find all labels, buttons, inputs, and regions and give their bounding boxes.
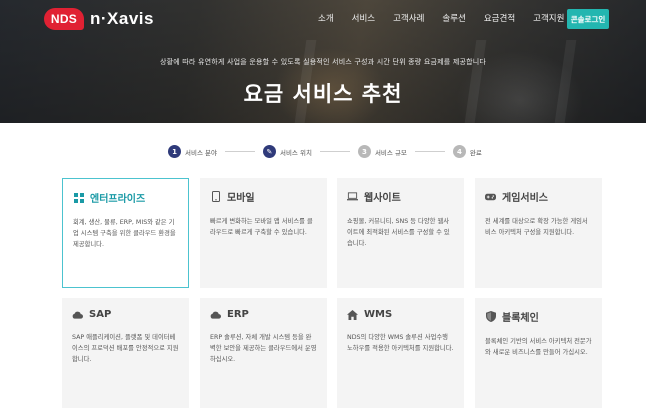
shield-icon [485, 311, 496, 322]
hero-subtitle: 상황에 따라 유연하게 사업을 운용할 수 있도록 실용적인 서비스 구성과 시… [159, 58, 487, 66]
step-number: 3 [357, 145, 371, 158]
card-sap[interactable]: SAP SAP 애플리케이션, 플랫폼 및 데이터베이스의 프로덕션 배포를 안… [62, 298, 189, 408]
cloud-icon [210, 309, 221, 320]
step-complete[interactable]: 4 완료 [452, 145, 482, 158]
card-title: 웹사이트 [364, 193, 401, 204]
card-description: 빠르게 변화하는 모바일 앱 서비스를 클라우드로 빠르게 구축할 수 있습니다… [210, 218, 313, 236]
progress-steps: 1 서비스 분야 ✎ 서비스 위치 3 서비스 규모 4 완료 [168, 145, 482, 158]
console-login-button[interactable]: 콘솔로그인 [567, 9, 609, 29]
step-label: 서비스 규모 [374, 148, 407, 157]
step-service-field[interactable]: 1 서비스 분야 [168, 145, 217, 158]
card-description: 회계, 생산, 물류, ERP, MIS와 같은 기업 시스템 구축을 위한 클… [73, 219, 176, 248]
card-description: 쇼핑몰, 커뮤니티, SNS 등 다양한 웹사이트에 최적화된 서비스를 구성할… [347, 218, 450, 247]
card-mobile[interactable]: 모바일 빠르게 변화하는 모바일 앱 서비스를 클라우드로 빠르게 구축할 수 … [200, 178, 327, 288]
card-title: 모바일 [227, 193, 255, 204]
step-number: 1 [168, 145, 181, 158]
card-description: NDS의 다양한 WMS 솔루션 사업수행 노하우를 적용한 아키텍처를 지원합… [347, 334, 454, 352]
card-description: SAP 애플리케이션, 플랫폼 및 데이터베이스의 프로덕션 배포를 안정적으로… [72, 334, 179, 363]
gamepad-icon [485, 191, 496, 202]
card-website[interactable]: 웹사이트 쇼핑몰, 커뮤니티, SNS 등 다양한 웹사이트에 최적화된 서비스… [337, 178, 464, 288]
logo[interactable]: NDS n·Xavis [44, 8, 154, 30]
card-title: ERP [227, 309, 249, 320]
step-label: 서비스 분야 [185, 148, 217, 157]
nav-item-cases[interactable]: 고객사례 [393, 12, 424, 26]
step-number: 4 [452, 145, 466, 158]
card-description: ERP 솔루션, 자체 개발 시스템 등을 완벽한 보안을 제공하는 클라우드에… [210, 334, 317, 363]
laptop-icon [347, 191, 358, 202]
page-title: 요금 서비스 추천 [243, 82, 403, 106]
main-nav: 소개 서비스 고객사례 솔루션 요금견적 고객지원 [318, 12, 582, 26]
step-label: 완료 [469, 148, 482, 157]
card-erp[interactable]: ERP ERP 솔루션, 자체 개발 시스템 등을 완벽한 보안을 제공하는 클… [200, 298, 327, 408]
card-game[interactable]: 게임서비스 전 세계를 대상으로 확장 가능한 게임서비스 아키텍처 구성을 지… [475, 178, 602, 288]
nav-item-services[interactable]: 서비스 [352, 12, 375, 26]
step-divider [319, 151, 350, 152]
card-description: 블록체인 기반의 서비스 아키텍처 전문가와 새로운 비즈니스를 만들어 가십시… [485, 338, 592, 356]
card-description: 전 세계를 대상으로 확장 가능한 게임서비스 아키텍처 구성을 지원합니다. [485, 218, 588, 236]
card-title: SAP [89, 309, 112, 320]
step-divider [414, 151, 445, 152]
cloud-icon [72, 309, 83, 320]
pencil-icon: ✎ [262, 145, 276, 158]
logo-text: n·Xavis [90, 9, 154, 28]
nav-item-solutions[interactable]: 솔루션 [442, 12, 465, 26]
hero-banner: NDS n·Xavis 소개 서비스 고객사례 솔루션 요금견적 고객지원 콘솔… [0, 0, 646, 123]
card-wms[interactable]: WMS NDS의 다양한 WMS 솔루션 사업수행 노하우를 적용한 아키텍처를… [337, 298, 464, 408]
step-divider [224, 151, 255, 152]
nav-item-pricing[interactable]: 요금견적 [484, 12, 515, 26]
mobile-icon [210, 191, 221, 202]
grid-icon [73, 192, 84, 203]
nav-item-support[interactable]: 고객지원 [533, 12, 564, 26]
step-label: 서비스 위치 [279, 148, 312, 157]
logo-badge: NDS [44, 8, 84, 30]
step-service-location[interactable]: ✎ 서비스 위치 [262, 145, 312, 158]
nav-item-intro[interactable]: 소개 [318, 12, 334, 26]
card-blockchain[interactable]: 블록체인 블록체인 기반의 서비스 아키텍처 전문가와 새로운 비즈니스를 만들… [475, 298, 602, 408]
step-service-scale[interactable]: 3 서비스 규모 [357, 145, 407, 158]
card-title: WMS [364, 309, 393, 320]
card-enterprise[interactable]: 엔터프라이즈 회계, 생산, 물류, ERP, MIS와 같은 기업 시스템 구… [62, 178, 189, 288]
card-title: 게임서비스 [502, 193, 548, 204]
card-title: 블록체인 [502, 313, 539, 324]
card-title: 엔터프라이즈 [90, 194, 146, 205]
home-icon [347, 309, 358, 320]
